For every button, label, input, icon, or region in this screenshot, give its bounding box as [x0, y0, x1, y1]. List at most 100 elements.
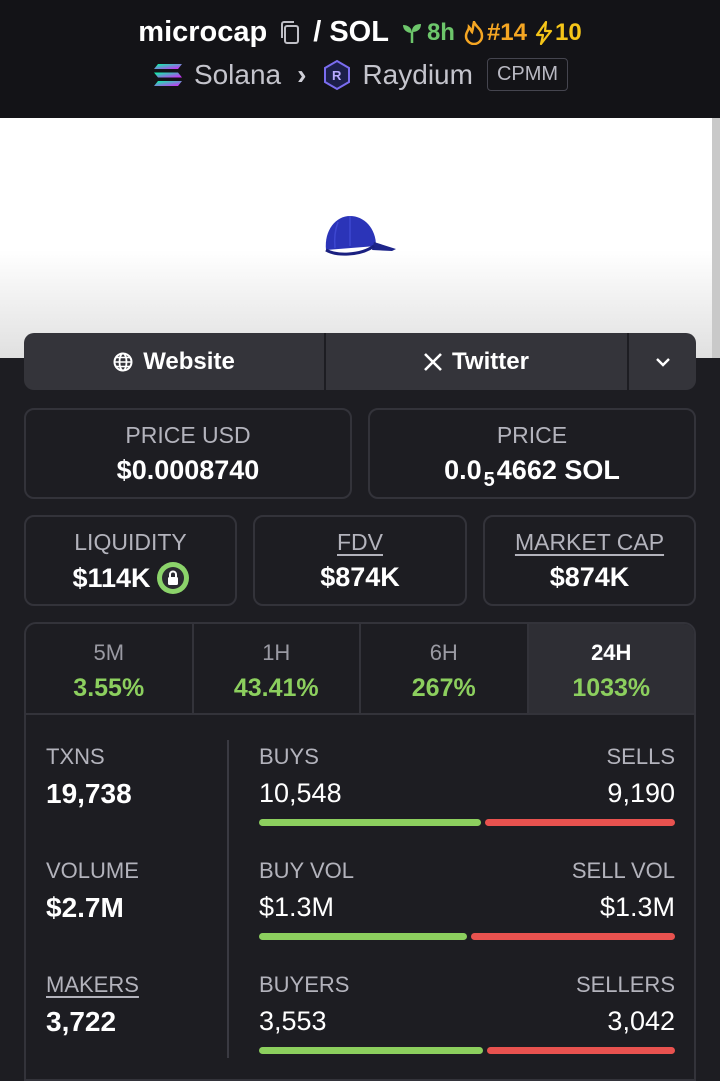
website-label: Website: [143, 347, 235, 375]
sells-value: 9,190: [607, 778, 675, 808]
tab-6h-change: 267%: [411, 674, 476, 702]
fdv-label[interactable]: FDV: [255, 529, 465, 556]
cap-image: [325, 216, 396, 256]
sell-vol-value: $1.3M: [599, 892, 675, 922]
market-cap-card: MARKET CAP $874K: [483, 515, 696, 606]
pair-breadcrumb: Solana › R Raydium CPMM: [0, 58, 720, 91]
chain-link[interactable]: Solana: [194, 59, 281, 91]
price-native-label: PRICE: [496, 422, 568, 448]
globe-icon: [113, 352, 133, 371]
lightning-icon: [535, 20, 553, 45]
chevron-down-icon: [655, 357, 670, 367]
volume-split-bar: [259, 933, 675, 940]
price-digits: 4662: [496, 455, 557, 485]
makers-value: 3,722: [46, 1006, 117, 1037]
buy-vol-bar: [259, 933, 467, 940]
twitter-label: Twitter: [452, 347, 529, 375]
trending-rank-value: #14: [486, 18, 527, 46]
sell-vol-label: SELL VOL: [571, 858, 675, 883]
sellers-bar: [487, 1047, 675, 1054]
tab-5m-label: 5M: [93, 640, 125, 665]
boost-count[interactable]: 10: [535, 19, 582, 47]
fdv-value: $874K: [320, 562, 400, 592]
tab-24h-change: 1033%: [572, 674, 651, 702]
pair-separator: /: [313, 16, 322, 48]
tab-6h-label: 6H: [429, 640, 458, 665]
buys-sells-bar: [259, 819, 675, 826]
raydium-logo-icon: R: [324, 59, 351, 90]
buyers-bar: [259, 1047, 484, 1054]
market-cap-label[interactable]: MARKET CAP: [485, 529, 694, 556]
market-cap-value: $874K: [549, 562, 630, 592]
txns-value: 19,738: [46, 778, 132, 809]
x-logo-icon: [424, 352, 442, 371]
buyers-label: BUYERS: [259, 972, 350, 997]
pair-header: microcap / SOL 8h #14 10 Solana › R Rayd…: [0, 0, 720, 118]
copy-icon[interactable]: [279, 20, 301, 46]
pool-type-badge: CPMM: [486, 58, 569, 91]
more-links-button[interactable]: [629, 333, 696, 390]
price-unit: SOL: [564, 455, 620, 485]
makers-stat: MAKERS 3,722: [46, 972, 139, 1038]
buys-value: 10,548: [259, 778, 342, 808]
boost-count-value: 10: [555, 18, 582, 46]
svg-text:R: R: [332, 68, 342, 83]
makers-label[interactable]: MAKERS: [46, 972, 139, 998]
chevron-right-icon: ›: [297, 58, 307, 90]
price-usd-card: PRICE USD $0.0008740: [24, 408, 352, 499]
twitter-button[interactable]: Twitter: [326, 333, 629, 390]
tab-1h[interactable]: 1H 43.41%: [194, 624, 361, 713]
tab-24h-label: 24H: [591, 640, 632, 665]
volume-label: VOLUME: [46, 858, 139, 883]
links-bar: Website Twitter: [24, 333, 696, 390]
volume-stat: VOLUME $2.7M: [46, 858, 139, 924]
sellers-value: 3,042: [607, 1006, 675, 1036]
flame-icon: [464, 20, 484, 45]
price-native-card: PRICE 0.0 5 4662 SOL: [368, 408, 696, 499]
liquidity-label: LIQUIDITY: [74, 529, 187, 555]
price-native-value: 0.0 5 4662 SOL: [370, 455, 694, 491]
price-zero-count: 5: [483, 469, 495, 491]
token-banner-image: [0, 118, 712, 358]
tab-1h-label: 1H: [262, 640, 291, 665]
buyers-sellers-bar: [259, 1047, 675, 1054]
quote-symbol: SOL: [329, 16, 389, 48]
buy-vol-value: $1.3M: [259, 892, 335, 922]
tab-24h[interactable]: 24H 1033%: [528, 624, 694, 713]
tab-5m[interactable]: 5M 3.55%: [26, 624, 194, 713]
lock-icon[interactable]: [156, 562, 189, 594]
buys-bar: [259, 819, 482, 826]
price-usd-label: PRICE USD: [125, 422, 251, 448]
fdv-card: FDV $874K: [253, 515, 467, 606]
solana-logo-icon: [153, 63, 182, 86]
banner-scrollbar[interactable]: [712, 118, 720, 358]
timeframe-tabs: 5M 3.55% 1H 43.41% 6H 267% 24H 1033%: [26, 624, 694, 715]
sell-vol-bar: [471, 933, 675, 940]
token-symbol: microcap: [138, 16, 268, 48]
buys-sells-stat: BUYS SELLS 10,548 9,190: [259, 744, 675, 826]
price-prefix: 0.0: [444, 455, 482, 485]
volume-value: $2.7M: [46, 892, 124, 923]
dex-link[interactable]: Raydium: [362, 59, 472, 91]
sells-label: SELLS: [606, 744, 676, 769]
stats-divider: [227, 740, 229, 1058]
liquidity-row: $114K: [26, 562, 235, 594]
liquidity-card: LIQUIDITY $114K: [24, 515, 237, 606]
txns-label: TXNS: [46, 744, 105, 769]
sellers-label: SELLERS: [575, 972, 675, 997]
pair-age: 8h: [401, 19, 455, 47]
website-button[interactable]: Website: [24, 333, 326, 390]
tab-6h[interactable]: 6H 267%: [361, 624, 529, 713]
pair-age-value: 8h: [426, 18, 455, 46]
sprout-icon: [402, 23, 421, 43]
sells-bar: [485, 819, 675, 826]
trending-rank[interactable]: #14: [463, 19, 527, 47]
buy-vol-label: BUY VOL: [259, 858, 354, 883]
volume-split-stat: BUY VOL SELL VOL $1.3M $1.3M: [259, 858, 675, 940]
tab-1h-change: 43.41%: [233, 674, 319, 702]
txns-stat: TXNS 19,738: [46, 744, 132, 810]
buyers-sellers-stat: BUYERS SELLERS 3,553 3,042: [259, 972, 675, 1054]
buys-label: BUYS: [259, 744, 319, 769]
pair-title-row: microcap / SOL 8h #14 10: [0, 16, 720, 49]
buyers-value: 3,553: [259, 1006, 327, 1036]
